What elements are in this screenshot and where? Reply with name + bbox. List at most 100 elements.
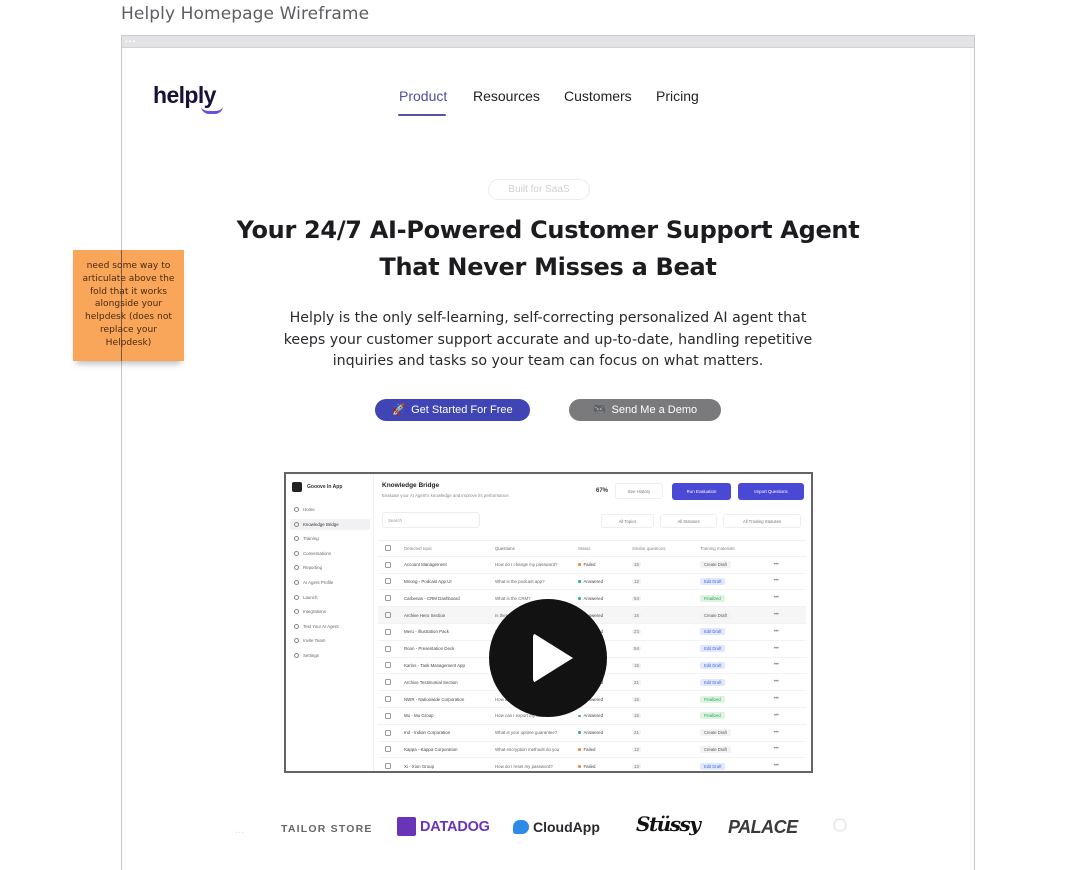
row-checkbox[interactable]	[385, 712, 391, 719]
row-training: Finalized	[694, 594, 756, 602]
row-status: Answered	[574, 730, 626, 735]
training-chip[interactable]: Finalized	[700, 695, 725, 703]
training-chip[interactable]: Create Draft	[700, 745, 731, 753]
training-chip[interactable]: Create Draft	[700, 561, 731, 569]
training-chip[interactable]: Edit Draft	[700, 661, 726, 669]
nav-item-customers[interactable]: Customers	[564, 88, 632, 104]
training-chip[interactable]: Edit Draft	[700, 762, 726, 770]
filter-topics[interactable]: All Topics	[601, 514, 654, 528]
row-more-icon[interactable]: •••	[756, 595, 796, 601]
table-row[interactable]: Account Management How do I change my pas…	[378, 557, 806, 574]
training-chip[interactable]: Edit Draft	[700, 577, 726, 585]
app-sidebar-item[interactable]: Knowledge Bridge	[290, 518, 370, 530]
logo-cloudapp: CloudApp	[513, 819, 600, 835]
row-more-icon[interactable]: •••	[756, 730, 796, 736]
row-checkbox[interactable]	[385, 578, 391, 585]
app-sidebar-item[interactable]: Reporting	[290, 562, 370, 573]
training-chip[interactable]: Create Draft	[700, 611, 731, 619]
row-more-icon[interactable]: •••	[756, 696, 796, 702]
training-chip[interactable]: Edit Draft	[700, 628, 726, 636]
sidebar-item-label: Test Your AI Agent	[303, 623, 339, 629]
nav-item-resources[interactable]: Resources	[473, 88, 540, 104]
select-all-checkbox[interactable]	[385, 545, 391, 552]
row-checkbox[interactable]	[385, 746, 391, 753]
table-row[interactable]: Mu - Mu Group How can I export my data? An…	[378, 708, 806, 725]
get-started-button[interactable]: 🚀 Get Started For Free	[375, 399, 530, 421]
row-checkbox[interactable]	[385, 645, 391, 652]
row-checkbox[interactable]	[385, 763, 391, 770]
sticky-note[interactable]: need some way to articulate above the fo…	[73, 250, 184, 361]
row-similar: 15	[632, 713, 641, 719]
app-sidebar-item[interactable]: AI Agent Profile	[290, 577, 370, 588]
app-sidebar-item[interactable]: Conversations	[290, 548, 370, 559]
row-more-icon[interactable]: •••	[756, 713, 796, 719]
sidebar-item-icon	[294, 536, 299, 542]
row-training: Create Draft	[694, 561, 756, 569]
frame-title-bar[interactable]: •••	[122, 36, 974, 48]
row-more-icon[interactable]: •••	[756, 763, 796, 769]
row-topic: Kappa - Kappa Corporation	[404, 746, 458, 752]
table-row[interactable]: Mirong - Podcast App UI What is the podca…	[378, 574, 806, 591]
filter-training-statuses[interactable]: All Training Statuses	[723, 514, 801, 528]
table-row[interactable]: Kappa - Kappa Corporation What encryption…	[378, 742, 806, 759]
logo-palace: PALACE	[728, 817, 798, 837]
row-more-icon[interactable]: •••	[756, 562, 796, 568]
row-checkbox[interactable]	[385, 612, 391, 619]
row-training: Edit Draft	[694, 577, 756, 585]
see-history-button[interactable]: See History	[615, 483, 663, 499]
row-more-icon[interactable]: •••	[756, 646, 796, 652]
import-questions-button[interactable]: Import Questions	[738, 483, 804, 500]
row-more-icon[interactable]: •••	[756, 662, 796, 668]
row-checkbox[interactable]	[385, 696, 391, 703]
sidebar-item-label: Conversations	[303, 550, 332, 556]
training-chip[interactable]: Finalized	[700, 712, 725, 720]
training-chip[interactable]: Create Draft	[700, 729, 731, 737]
app-sidebar-item[interactable]: Settings	[290, 650, 370, 661]
row-more-icon[interactable]: •••	[756, 629, 796, 635]
status-dot-icon	[578, 765, 581, 768]
play-video-button[interactable]	[489, 599, 607, 717]
row-checkbox[interactable]	[385, 595, 391, 602]
training-chip[interactable]: Finalized	[700, 594, 725, 602]
row-training: Edit Draft	[694, 678, 756, 686]
app-search-input[interactable]: Search	[382, 512, 480, 528]
row-checkbox[interactable]	[385, 729, 391, 736]
row-more-icon[interactable]: •••	[756, 746, 796, 752]
row-more-icon[interactable]: •••	[756, 612, 796, 618]
nav-item-pricing[interactable]: Pricing	[656, 88, 699, 104]
row-status: Failed	[574, 764, 626, 769]
table-row[interactable]: Carbenas - CRM Dashboard What is the CRM?…	[378, 590, 806, 608]
row-more-icon[interactable]: •••	[756, 679, 796, 685]
app-sidebar-item[interactable]: Integrations	[290, 606, 370, 617]
status-dot-icon	[578, 563, 581, 566]
status-dot-icon	[578, 714, 581, 718]
app-logo-icon	[292, 482, 302, 492]
training-chip[interactable]: Edit Draft	[700, 645, 726, 653]
app-sidebar-item[interactable]: Test Your AI Agent	[290, 621, 370, 632]
row-training: Edit Draft	[694, 661, 756, 669]
nav-active-underline	[398, 114, 446, 116]
row-more-icon[interactable]: •••	[756, 578, 796, 584]
run-evaluation-button[interactable]: Run Evaluation	[672, 483, 731, 500]
app-sidebar-item[interactable]: Invite Team	[290, 635, 370, 646]
hero-headline: Your 24/7 AI-Powered Customer Support Ag…	[122, 212, 974, 286]
table-row[interactable]: Ind - Indian Corporation What is your upt…	[378, 725, 806, 742]
nav-item-product[interactable]: Product	[399, 88, 447, 104]
training-chip[interactable]: Edit Draft	[700, 678, 726, 686]
app-sidebar-item[interactable]: Training	[290, 533, 370, 544]
app-sidebar: Gooove In App Home Knowledge Bridge Traini…	[286, 474, 374, 771]
row-checkbox[interactable]	[385, 561, 391, 568]
table-row[interactable]: Xi - Xion Group How do I reset my passwor…	[378, 758, 806, 771]
row-checkbox[interactable]	[385, 628, 391, 635]
row-checkbox[interactable]	[385, 679, 391, 686]
app-sidebar-item[interactable]: Launch	[290, 592, 370, 603]
filter-statuses[interactable]: All Statuses	[660, 514, 717, 528]
row-checkbox[interactable]	[385, 662, 391, 669]
app-sidebar-item[interactable]: Home	[290, 504, 370, 515]
row-topic: Mu - Mu Group	[404, 713, 434, 719]
row-topic: Xi - Xion Group	[404, 763, 435, 769]
table-header: Detected topic Questions Status Similar …	[378, 540, 806, 557]
send-demo-button[interactable]: 🎮 Send Me a Demo	[569, 399, 721, 421]
row-training: Finalized	[694, 712, 756, 720]
sidebar-item-label: Launch	[303, 594, 318, 600]
